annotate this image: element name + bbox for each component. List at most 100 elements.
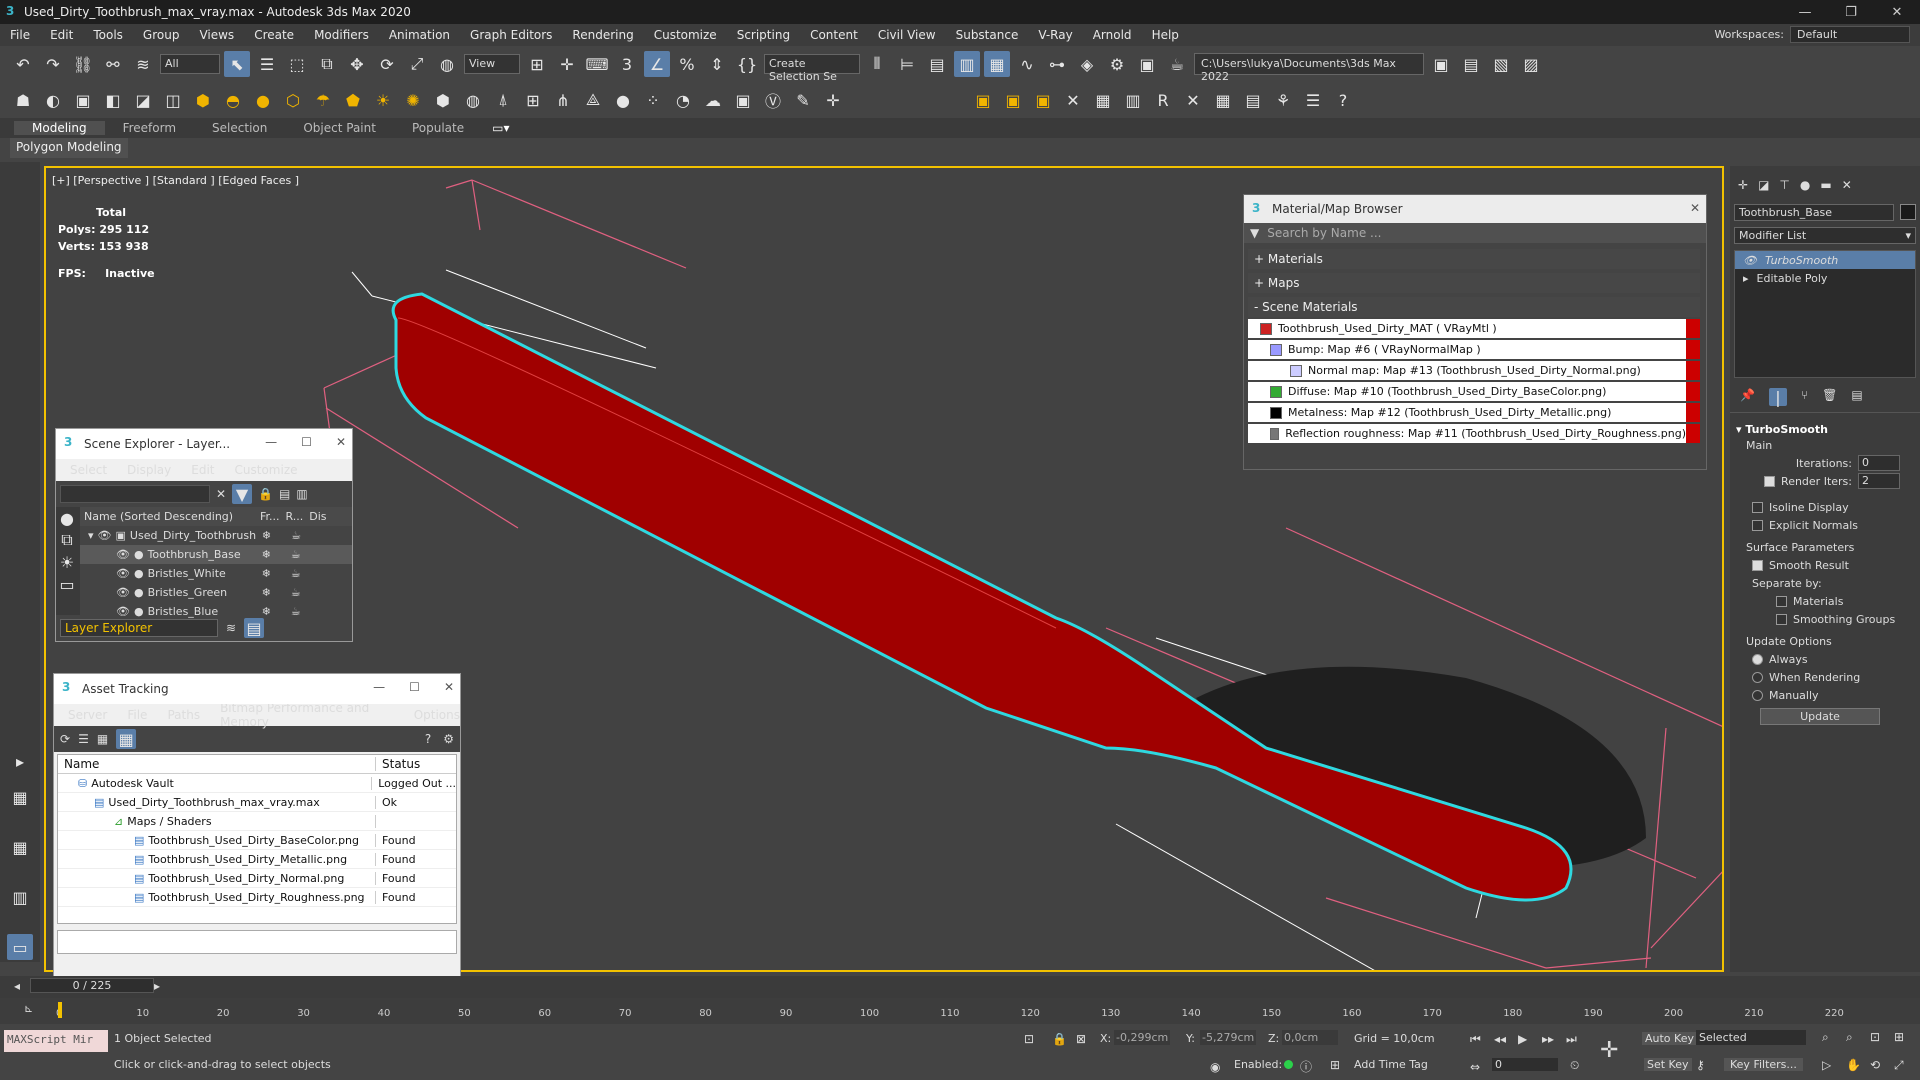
menu-help[interactable]: Help (1142, 28, 1189, 42)
vray-dome-camera-icon[interactable]: ◍ (460, 87, 486, 113)
mirror-icon[interactable]: ⫴ (864, 51, 890, 77)
asset-row[interactable]: ▤ Toothbrush_Used_Dirty_Metallic.png Found (58, 850, 456, 869)
asset-path-field[interactable] (57, 930, 457, 954)
maximize-button[interactable]: ☐ (301, 435, 312, 449)
render-icon[interactable]: ☕ (291, 529, 301, 542)
vray-sphere-icon[interactable]: ● (250, 87, 276, 113)
curve-editor-icon[interactable]: ∿ (1014, 51, 1040, 77)
prev-frame-icon[interactable]: ◂ (14, 979, 20, 993)
at-menu-options[interactable]: Options (414, 708, 460, 722)
material-item[interactable]: Diffuse: Map #10 (Toothbrush_Used_Dirty_… (1248, 382, 1700, 401)
smoothing-groups-checkbox[interactable] (1776, 613, 1787, 625)
table-view-icon[interactable]: ▦ (116, 729, 137, 749)
vray-dome-icon[interactable]: ◓ (220, 87, 246, 113)
rendered-frame-icon[interactable]: ▣ (1134, 51, 1160, 77)
vray-light-icon[interactable]: ◐ (40, 87, 66, 113)
orbit-icon[interactable]: ⟲ (1870, 1058, 1880, 1072)
se-menu-customize[interactable]: Customize (235, 463, 298, 477)
layer-stack-icon[interactable]: ≋ (226, 621, 236, 635)
y-coord-field[interactable]: -5,279cm (1200, 1030, 1256, 1045)
selection-filter-dropdown[interactable]: All (160, 54, 220, 74)
fp-icon[interactable]: ▣ (970, 87, 996, 113)
key-icon[interactable]: ⚷ (1696, 1058, 1705, 1072)
play-icon[interactable]: ▶ (1518, 1032, 1527, 1046)
render-iters-spinner[interactable]: 2 (1858, 473, 1900, 489)
align-icon[interactable]: ⊨ (894, 51, 920, 77)
minimize-button[interactable]: — (1782, 0, 1828, 24)
smooth-result-checkbox[interactable] (1752, 559, 1763, 571)
pivot-icon[interactable]: ⊞ (524, 51, 550, 77)
lock-selection-icon[interactable]: 🔒 (1052, 1032, 1067, 1046)
edit-named-selection-icon[interactable]: {} (734, 51, 760, 77)
close-button[interactable]: ✕ (444, 680, 454, 694)
layer-toggle-icon[interactable]: ▤ (244, 618, 265, 638)
close-button[interactable]: ✕ (336, 435, 346, 449)
display-tab-icon[interactable]: ▬ (1820, 178, 1831, 192)
vray-multi-icon[interactable]: ⁘ (640, 87, 666, 113)
menu-views[interactable]: Views (189, 28, 244, 42)
add-time-tag[interactable]: Add Time Tag (1354, 1058, 1428, 1071)
close-button[interactable]: ✕ (1874, 0, 1920, 24)
eye-icon[interactable]: 👁 (116, 548, 130, 561)
freeze-icon[interactable]: ❄ (262, 586, 271, 599)
panel-icon[interactable]: ▥ (1120, 87, 1146, 113)
stack-item-turbosmooth[interactable]: 👁 TurboSmooth (1735, 251, 1915, 269)
snaps-toggle-icon[interactable]: 3 (614, 51, 640, 77)
at-menu-server[interactable]: Server (68, 708, 107, 722)
isoline-checkbox[interactable] (1752, 501, 1763, 513)
select-by-name-icon[interactable]: ☰ (254, 51, 280, 77)
material-browser-window[interactable]: 3 Material/Map Browser ✕ ▼ Search by Nam… (1243, 194, 1707, 470)
asset-tracking-window[interactable]: 3 Asset Tracking — ☐ ✕ Server File Paths Bitm… (53, 673, 461, 979)
time-tag-icon[interactable]: ⊞ (1330, 1058, 1340, 1072)
set-key-big-icon[interactable]: ✛ (1600, 1038, 1618, 1063)
object-name-field[interactable]: Toothbrush_Base (1734, 204, 1894, 221)
place-icon[interactable]: ◍ (434, 51, 460, 77)
menu-file[interactable]: File (0, 28, 40, 42)
menu-modifiers[interactable]: Modifiers (304, 28, 379, 42)
light-icon[interactable]: ☀ (56, 551, 78, 573)
scene-item[interactable]: ▾ 👁 ▣ Used_Dirty_Toothbrush ❄ ☕ (80, 526, 352, 545)
iterations-spinner[interactable]: 0 (1858, 455, 1900, 471)
list-view-icon[interactable]: ☰ (78, 732, 89, 746)
ribbon-tab-object-paint[interactable]: Object Paint (285, 121, 394, 135)
always-radio[interactable] (1752, 653, 1763, 665)
update-button[interactable]: Update (1760, 708, 1880, 725)
asset-row[interactable]: ▤ Used_Dirty_Toothbrush_max_vray.max Ok (58, 793, 456, 812)
filter-icon[interactable]: ▼ (232, 484, 253, 504)
hierarchy-icon[interactable]: ▤ (279, 487, 290, 501)
zoom-extents-all-icon[interactable]: ⊞ (1894, 1030, 1904, 1044)
grid-panel-icon[interactable]: ▦ (1090, 87, 1116, 113)
vray-compass-icon[interactable]: ✛ (820, 87, 846, 113)
menu-edit[interactable]: Edit (40, 28, 83, 42)
configure-sets-icon[interactable]: ▤ (1851, 388, 1862, 406)
toggle-scene-explorer-icon[interactable]: ▤ (924, 51, 950, 77)
rect-selection-icon[interactable]: ⬚ (284, 51, 310, 77)
close-button[interactable]: ✕ (1690, 201, 1700, 215)
scene-item[interactable]: 👁 ● Bristles_White ❄ ☕ (80, 564, 352, 583)
column-renderable[interactable]: R... (286, 510, 304, 523)
collapse-arrow-icon[interactable]: ▾ (88, 529, 94, 542)
remove-modifier-icon[interactable]: 🗑 (1822, 388, 1837, 406)
menu-animation[interactable]: Animation (379, 28, 460, 42)
render-icon[interactable]: ☕ (291, 567, 301, 580)
toggle-layer-explorer-icon[interactable]: ▥ (954, 51, 980, 77)
vray-camera-icon[interactable]: ▣ (70, 87, 96, 113)
scene-item[interactable]: 👁 ● Bristles_Green ❄ ☕ (80, 583, 352, 602)
se-menu-display[interactable]: Display (127, 463, 171, 477)
column-frozen[interactable]: Fr... (260, 510, 280, 523)
prev-key-icon[interactable]: ◂◂ (1494, 1032, 1506, 1046)
vray-physical-camera-icon[interactable]: ⬢ (430, 87, 456, 113)
vray-logo-icon[interactable]: Ⓥ (760, 87, 786, 113)
make-unique-icon[interactable]: ⑂ (1801, 388, 1808, 406)
window-crossing-icon[interactable]: ⧉ (314, 51, 340, 77)
zoom-icon[interactable]: ⌕ (1822, 1030, 1829, 1045)
vray-mesh-light-icon[interactable]: ⬟ (340, 87, 366, 113)
angle-snap-icon[interactable]: ∠ (644, 51, 670, 77)
table-icon[interactable]: ▦ (1210, 87, 1236, 113)
move-icon[interactable]: ✥ (344, 51, 370, 77)
fe-icon[interactable]: ▣ (1030, 87, 1056, 113)
menu-graph-editors[interactable]: Graph Editors (460, 28, 562, 42)
at-menu-file[interactable]: File (127, 708, 147, 722)
menu-group[interactable]: Group (133, 28, 190, 42)
curve-toggle-icon[interactable]: ⊾ (24, 1002, 33, 1015)
